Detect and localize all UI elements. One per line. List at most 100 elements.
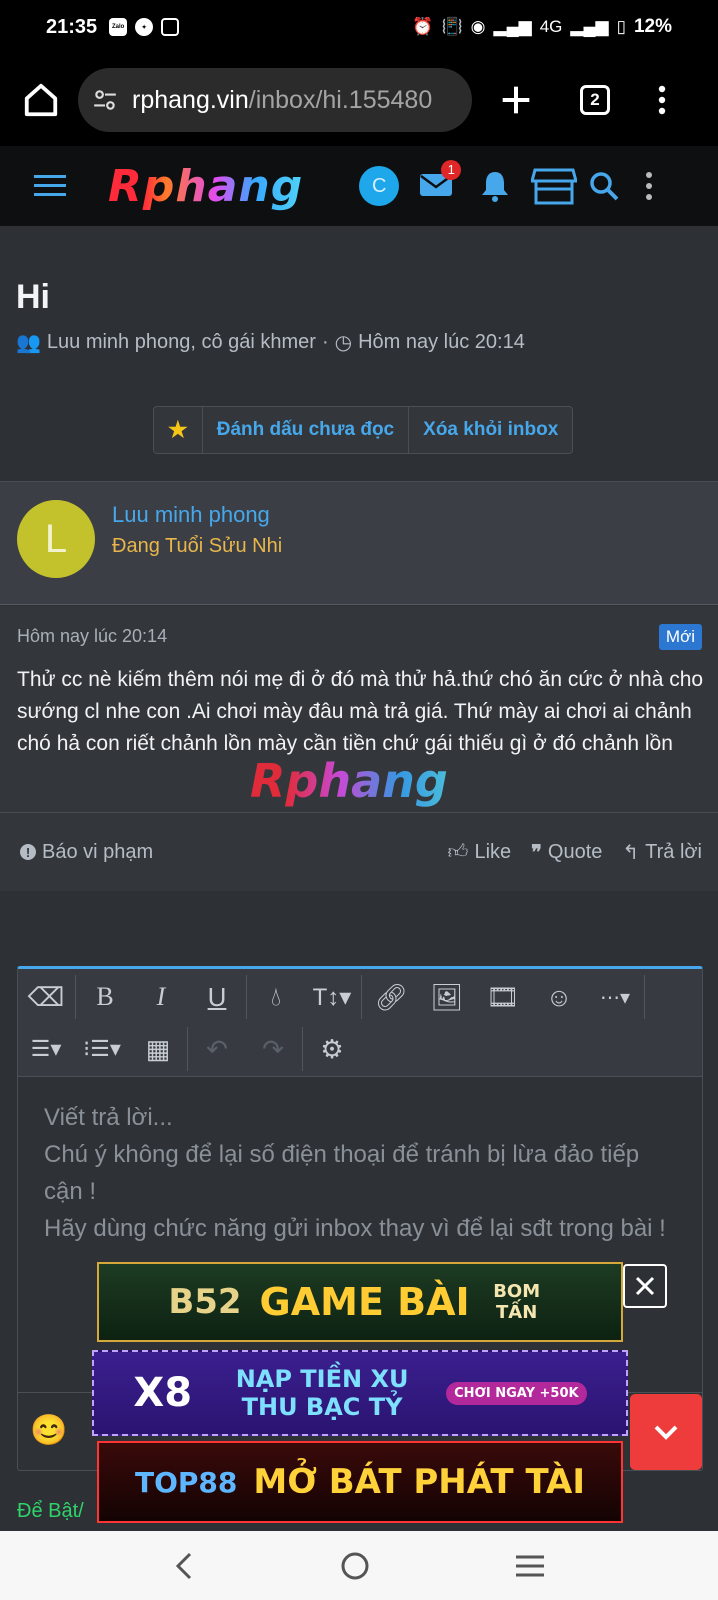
ad-text: MỞ BÁT PHÁT TÀI [253,1462,585,1502]
ad-banner-x8[interactable]: X8 NẠP TIỀN XU THU BẠC TỶ CHƠI NGAY +50K [92,1350,628,1436]
message-footer: ! Báo vi phạm 👍︎ Like ❞ Quote ↰ Trả lời [0,812,718,891]
list-icon[interactable]: ⁝☰▾ [74,1027,130,1071]
home-nav-icon[interactable] [340,1551,370,1581]
ad-tag: BOM TẤN [493,1281,541,1323]
ad-text: NẠP TIỀN XU THU BẠC TỶ [235,1365,409,1421]
hamburger-menu-icon[interactable] [34,173,66,199]
user-avatar[interactable]: C [359,166,400,206]
video-icon[interactable]: 🎞︎ [475,975,531,1019]
emoji-icon[interactable]: 😊 [30,1413,67,1448]
underline-icon[interactable]: U [189,975,245,1019]
ad-banner-top88[interactable]: TOP88 MỞ BÁT PHÁT TÀI [97,1441,623,1523]
undo-icon[interactable]: ↶ [189,1027,245,1071]
signal-icon-2: ▂▄▆ [570,17,609,36]
message-text: Thử cc nè kiếm thêm nói mẹ đi ở đó mà th… [17,668,704,755]
site-logo[interactable]: Rphang [108,161,303,212]
vibrate-icon: 📳 [441,17,463,36]
italic-icon[interactable]: I [133,975,189,1019]
editor-toolbar: ⌫ B I U 💧︎ T↕▾ 🔗︎ 🖼︎ 🎞︎ ☺ ⋯▾ ☰▾ ⁝☰▾ ▦ ↶ … [18,969,702,1077]
home-icon[interactable] [22,81,60,119]
like-label: Like [474,840,512,863]
text-color-icon[interactable]: 💧︎ [248,975,304,1019]
messenger-icon: ✦ [135,18,154,36]
meta-separator: · [321,331,329,353]
star-button[interactable]: ★ [154,407,203,453]
instagram-icon [161,18,180,36]
message-date[interactable]: Hôm nay lúc 20:14 [17,626,167,647]
image-icon[interactable]: 🖼︎ [419,975,475,1019]
like-button[interactable]: 👍︎ Like [448,840,512,864]
more-options-icon[interactable]: ⋯▾ [587,975,643,1019]
ad-text: GAME BÀI [259,1280,470,1324]
hotspot-icon: ◉ [470,17,486,36]
store-icon[interactable] [531,167,578,205]
site-header: Rphang C 1 [0,146,718,226]
inbox-badge: 1 [441,159,462,180]
toolbar-divider [246,975,247,1019]
status-time: 21:35 [46,15,98,38]
status-bar: 21:35 Zalo ✦ ⏰ 📳 ◉ ▂▄▆ 4G ▂▄▆ ▯ 12% [0,0,718,54]
message-body: Hôm nay lúc 20:14 Mới Thử cc nè kiếm thê… [0,606,718,891]
ad-close-button[interactable] [623,1264,667,1308]
remove-inbox-button[interactable]: Xóa khỏi inbox [409,407,572,453]
inbox-button[interactable]: 1 [419,159,462,203]
mark-unread-button[interactable]: Đánh dấu chưa đọc [203,407,410,453]
author-avatar[interactable]: L [17,500,95,578]
more-menu-icon[interactable] [645,171,653,201]
ad-banner-b52[interactable]: B52 GAME BÀI BOM TẤN [97,1262,623,1342]
toolbar-divider [75,975,76,1019]
star-icon: ★ [168,417,188,442]
eraser-icon[interactable]: ⌫ [18,975,74,1019]
placeholder-line: Viết trả lời... [44,1104,173,1131]
quote-icon: ❞ [531,841,542,864]
link-icon[interactable]: 🔗︎ [363,975,419,1019]
scroll-down-button[interactable] [630,1394,702,1470]
new-tab-icon[interactable] [500,84,532,116]
smiley-icon[interactable]: ☺ [531,975,587,1019]
back-icon[interactable] [173,1551,195,1581]
ad-brand: B52 [168,1282,242,1322]
message-author-block: L Luu minh phong Đang Tuổi Sửu Nhi [0,481,718,605]
alert-icon: ! [20,844,36,860]
align-icon[interactable]: ☰▾ [18,1027,74,1071]
ad-brand: X8 [133,1370,193,1416]
settings-gear-icon[interactable]: ⚙ [304,1027,360,1071]
search-icon[interactable] [589,171,619,201]
users-icon: 👥 [16,332,41,354]
thread-participants[interactable]: Luu minh phong, cô gái khmer [47,331,316,354]
author-name[interactable]: Luu minh phong [112,502,270,528]
report-button[interactable]: ! Báo vi phạm [20,841,153,864]
alarm-icon: ⏰ [412,17,434,36]
new-badge: Mới [658,624,702,650]
quote-label: Quote [547,840,603,863]
font-size-icon[interactable]: T↕▾ [304,975,360,1019]
url-path: /inbox/hi.155480 [248,85,433,114]
bell-icon[interactable] [479,169,511,203]
table-icon[interactable]: ▦ [130,1027,186,1071]
zalo-icon: Zalo [109,18,128,36]
page-title: Hi [16,278,50,316]
placeholder-line: Hãy dùng chức năng gửi inbox thay vì để … [44,1215,666,1242]
editor-placeholder[interactable]: Viết trả lời... Chú ý không để lại số đi… [44,1099,684,1247]
browser-menu-icon[interactable] [658,85,666,115]
thread-actions: ★ Đánh dấu chưa đọc Xóa khỏi inbox [153,406,574,454]
site-settings-icon[interactable] [92,87,118,113]
browser-toolbar: rphang.vin/inbox/hi.155480 2 [0,54,718,146]
tab-switcher-button[interactable]: 2 [580,85,610,115]
chevron-down-icon [654,1425,678,1440]
signal-icon: ▂▄▆ [493,17,532,36]
redo-icon[interactable]: ↷ [245,1027,301,1071]
ad-tag: CHƠI NGAY +50K [446,1381,587,1405]
watermark-logo: Rphang [250,754,448,808]
url-bar[interactable]: rphang.vin/inbox/hi.155480 [78,68,472,132]
thread-time: Hôm nay lúc 20:14 [358,331,525,353]
reply-button[interactable]: ↰ Trả lời [622,840,702,865]
reply-icon: ↰ [622,841,640,864]
quote-button[interactable]: ❞ Quote [531,840,602,865]
toolbar-divider [302,1027,303,1071]
toolbar-divider [361,975,362,1019]
bold-icon[interactable]: B [77,975,133,1019]
thread-meta: 👥 Luu minh phong, cô gái khmer · ◷ Hôm n… [16,330,525,355]
recents-icon[interactable] [515,1554,545,1578]
system-nav-bar [0,1531,718,1600]
